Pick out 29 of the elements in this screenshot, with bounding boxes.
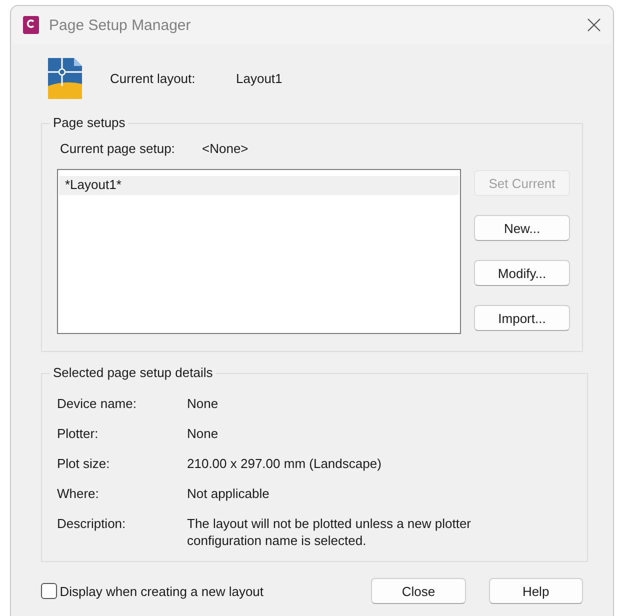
detail-value: None (187, 425, 220, 442)
page-setup-list[interactable]: *Layout1* (57, 169, 461, 334)
detail-label: Plotter: (57, 426, 100, 441)
detail-value: 210.00 x 297.00 mm (Landscape) (187, 455, 382, 472)
detail-label: Device name: (57, 396, 138, 411)
app-icon (23, 16, 39, 34)
dialog-button[interactable]: Close (371, 578, 466, 604)
group-title: Selected page setup details (50, 365, 216, 380)
detail-label: Description: (57, 516, 127, 531)
group-title: Page setups (50, 115, 128, 130)
list-item[interactable]: *Layout1* (59, 176, 459, 195)
dialog-button[interactable]: Help (488, 578, 583, 604)
window-title: Page Setup Manager (49, 16, 192, 34)
current-layout-label: Current layout: (110, 71, 196, 86)
dialog-button[interactable]: Import... (474, 305, 570, 331)
detail-value: Not applicable (187, 485, 270, 502)
current-layout-value: Layout1 (236, 71, 282, 86)
current-page-setup-label: Current page setup: (60, 141, 176, 156)
detail-label: Where: (57, 486, 100, 501)
dialog-button[interactable]: Modify... (474, 260, 570, 286)
detail-label: Plot size: (57, 456, 111, 471)
detail-value: The layout will not be plotted unless a new plotter configuration name is selected. (187, 515, 472, 549)
dialog-button[interactable]: New... (474, 215, 570, 241)
close-icon[interactable] (587, 18, 601, 32)
drawing-file-icon (48, 58, 82, 99)
checkbox[interactable] (41, 583, 57, 599)
detail-value: None (187, 395, 220, 412)
current-page-setup-value: <None> (202, 141, 248, 156)
checkbox-label: Display when creating a new layout (60, 584, 265, 598)
